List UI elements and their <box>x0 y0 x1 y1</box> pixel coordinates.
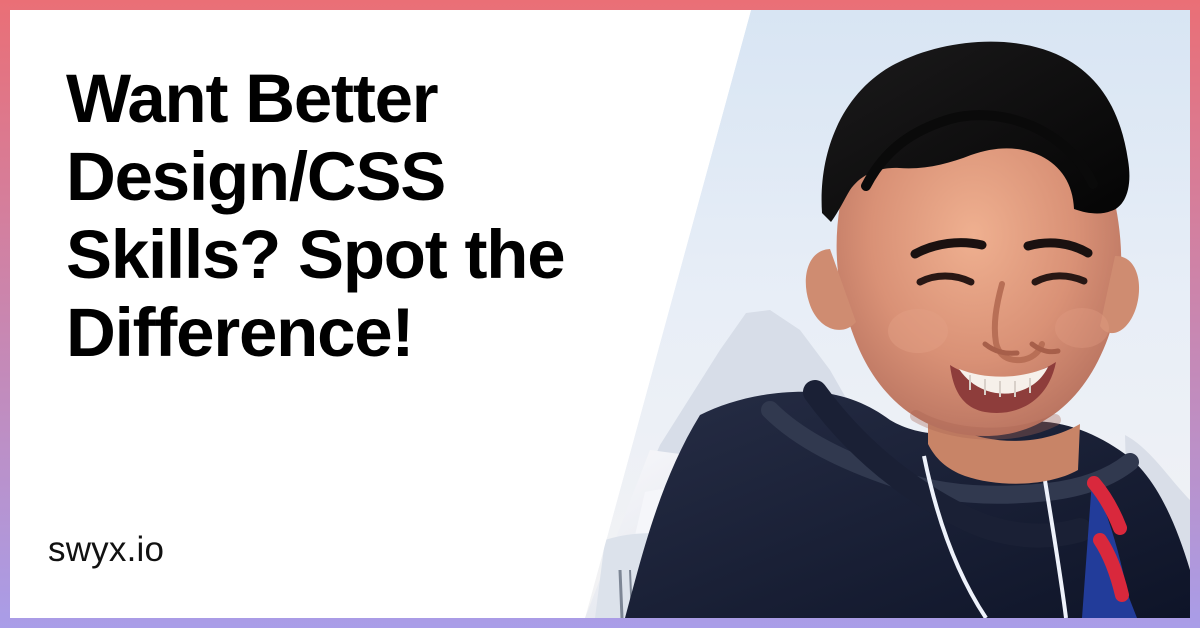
site-url: swyx.io <box>48 530 165 569</box>
card-content: Want Better Design/CSS Skills? Spot the … <box>10 10 1190 618</box>
headline-line: Skills? Spot the <box>66 215 566 293</box>
headline-line: Want Better <box>66 60 439 137</box>
headline: Want Better Design/CSS Skills? Spot the … <box>66 60 766 372</box>
headline-line: Design/CSS <box>66 137 446 215</box>
headline-line: Difference! <box>66 293 414 371</box>
social-card: Want Better Design/CSS Skills? Spot the … <box>0 0 1200 628</box>
